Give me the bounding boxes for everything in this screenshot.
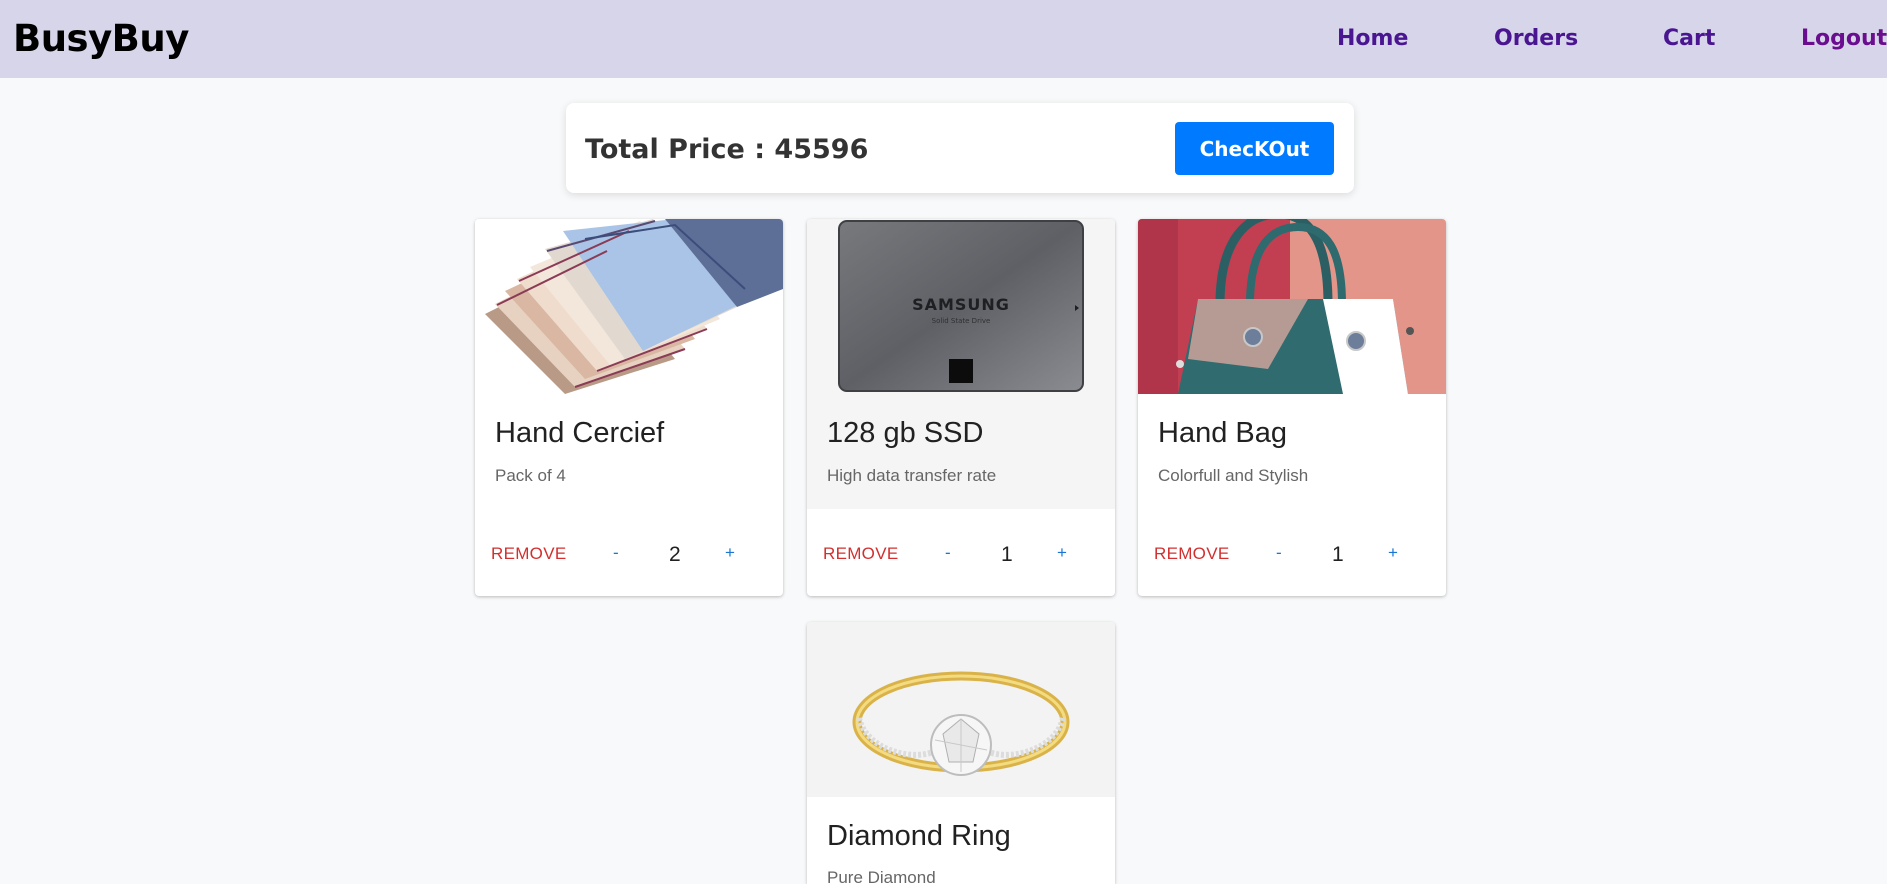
handkerchief-image — [475, 219, 783, 394]
handbag-illustration — [1138, 219, 1446, 394]
increase-quantity-button[interactable]: + — [725, 543, 735, 563]
ring-illustration — [852, 671, 1070, 776]
nav-home-link[interactable]: Home — [1337, 26, 1408, 51]
handbag-image — [1138, 219, 1446, 394]
item-title: 128 gb SSD — [827, 417, 984, 449]
item-description: Pure Diamond — [827, 868, 936, 884]
item-quantity: 1 — [1001, 543, 1013, 566]
cart-item-card: Hand Cercief Pack of 4 REMOVE - 2 + — [475, 219, 783, 596]
total-price: Total Price : 45596 — [585, 134, 869, 165]
cart-item-card: Diamond Ring Pure Diamond — [807, 622, 1115, 884]
item-title: Diamond Ring — [827, 820, 1011, 852]
ring-image — [807, 622, 1115, 797]
remove-button[interactable]: REMOVE — [1154, 544, 1229, 564]
item-quantity: 1 — [1332, 543, 1344, 566]
cart-item-card: Hand Bag Colorfull and Stylish REMOVE - … — [1138, 219, 1446, 596]
item-title: Hand Bag — [1158, 417, 1287, 449]
item-description: Pack of 4 — [495, 466, 566, 485]
navbar: BusyBuy Home Orders Cart Logout — [0, 0, 1887, 78]
checkout-button[interactable]: ChecKOut — [1175, 122, 1334, 175]
decrease-quantity-button[interactable]: - — [1276, 543, 1282, 563]
svg-text:Solid State Drive: Solid State Drive — [932, 317, 991, 325]
increase-quantity-button[interactable]: + — [1057, 543, 1067, 563]
total-price-panel: Total Price : 45596 ChecKOut — [566, 103, 1354, 193]
item-quantity: 2 — [669, 543, 681, 566]
remove-button[interactable]: REMOVE — [823, 544, 898, 564]
item-description: High data transfer rate — [827, 466, 997, 485]
increase-quantity-button[interactable]: + — [1388, 543, 1398, 563]
ssd-illustration: SAMSUNG Solid State Drive — [838, 220, 1084, 392]
ssd-image: SAMSUNG Solid State Drive — [807, 219, 1115, 394]
item-description: Colorfull and Stylish — [1158, 466, 1309, 485]
cart-item-card: SAMSUNG Solid State Drive 128 gb SSD Hig… — [807, 219, 1115, 596]
item-title: Hand Cercief — [495, 417, 665, 449]
decrease-quantity-button[interactable]: - — [613, 543, 619, 563]
nav-cart-link[interactable]: Cart — [1663, 26, 1715, 51]
decrease-quantity-button[interactable]: - — [945, 543, 951, 563]
nav-orders-link[interactable]: Orders — [1494, 26, 1578, 51]
svg-text:SAMSUNG: SAMSUNG — [912, 295, 1010, 314]
handkerchief-illustration — [485, 219, 783, 394]
nav-logout-link[interactable]: Logout — [1801, 26, 1887, 51]
remove-button[interactable]: REMOVE — [491, 544, 566, 564]
brand-logo[interactable]: BusyBuy — [13, 17, 189, 60]
